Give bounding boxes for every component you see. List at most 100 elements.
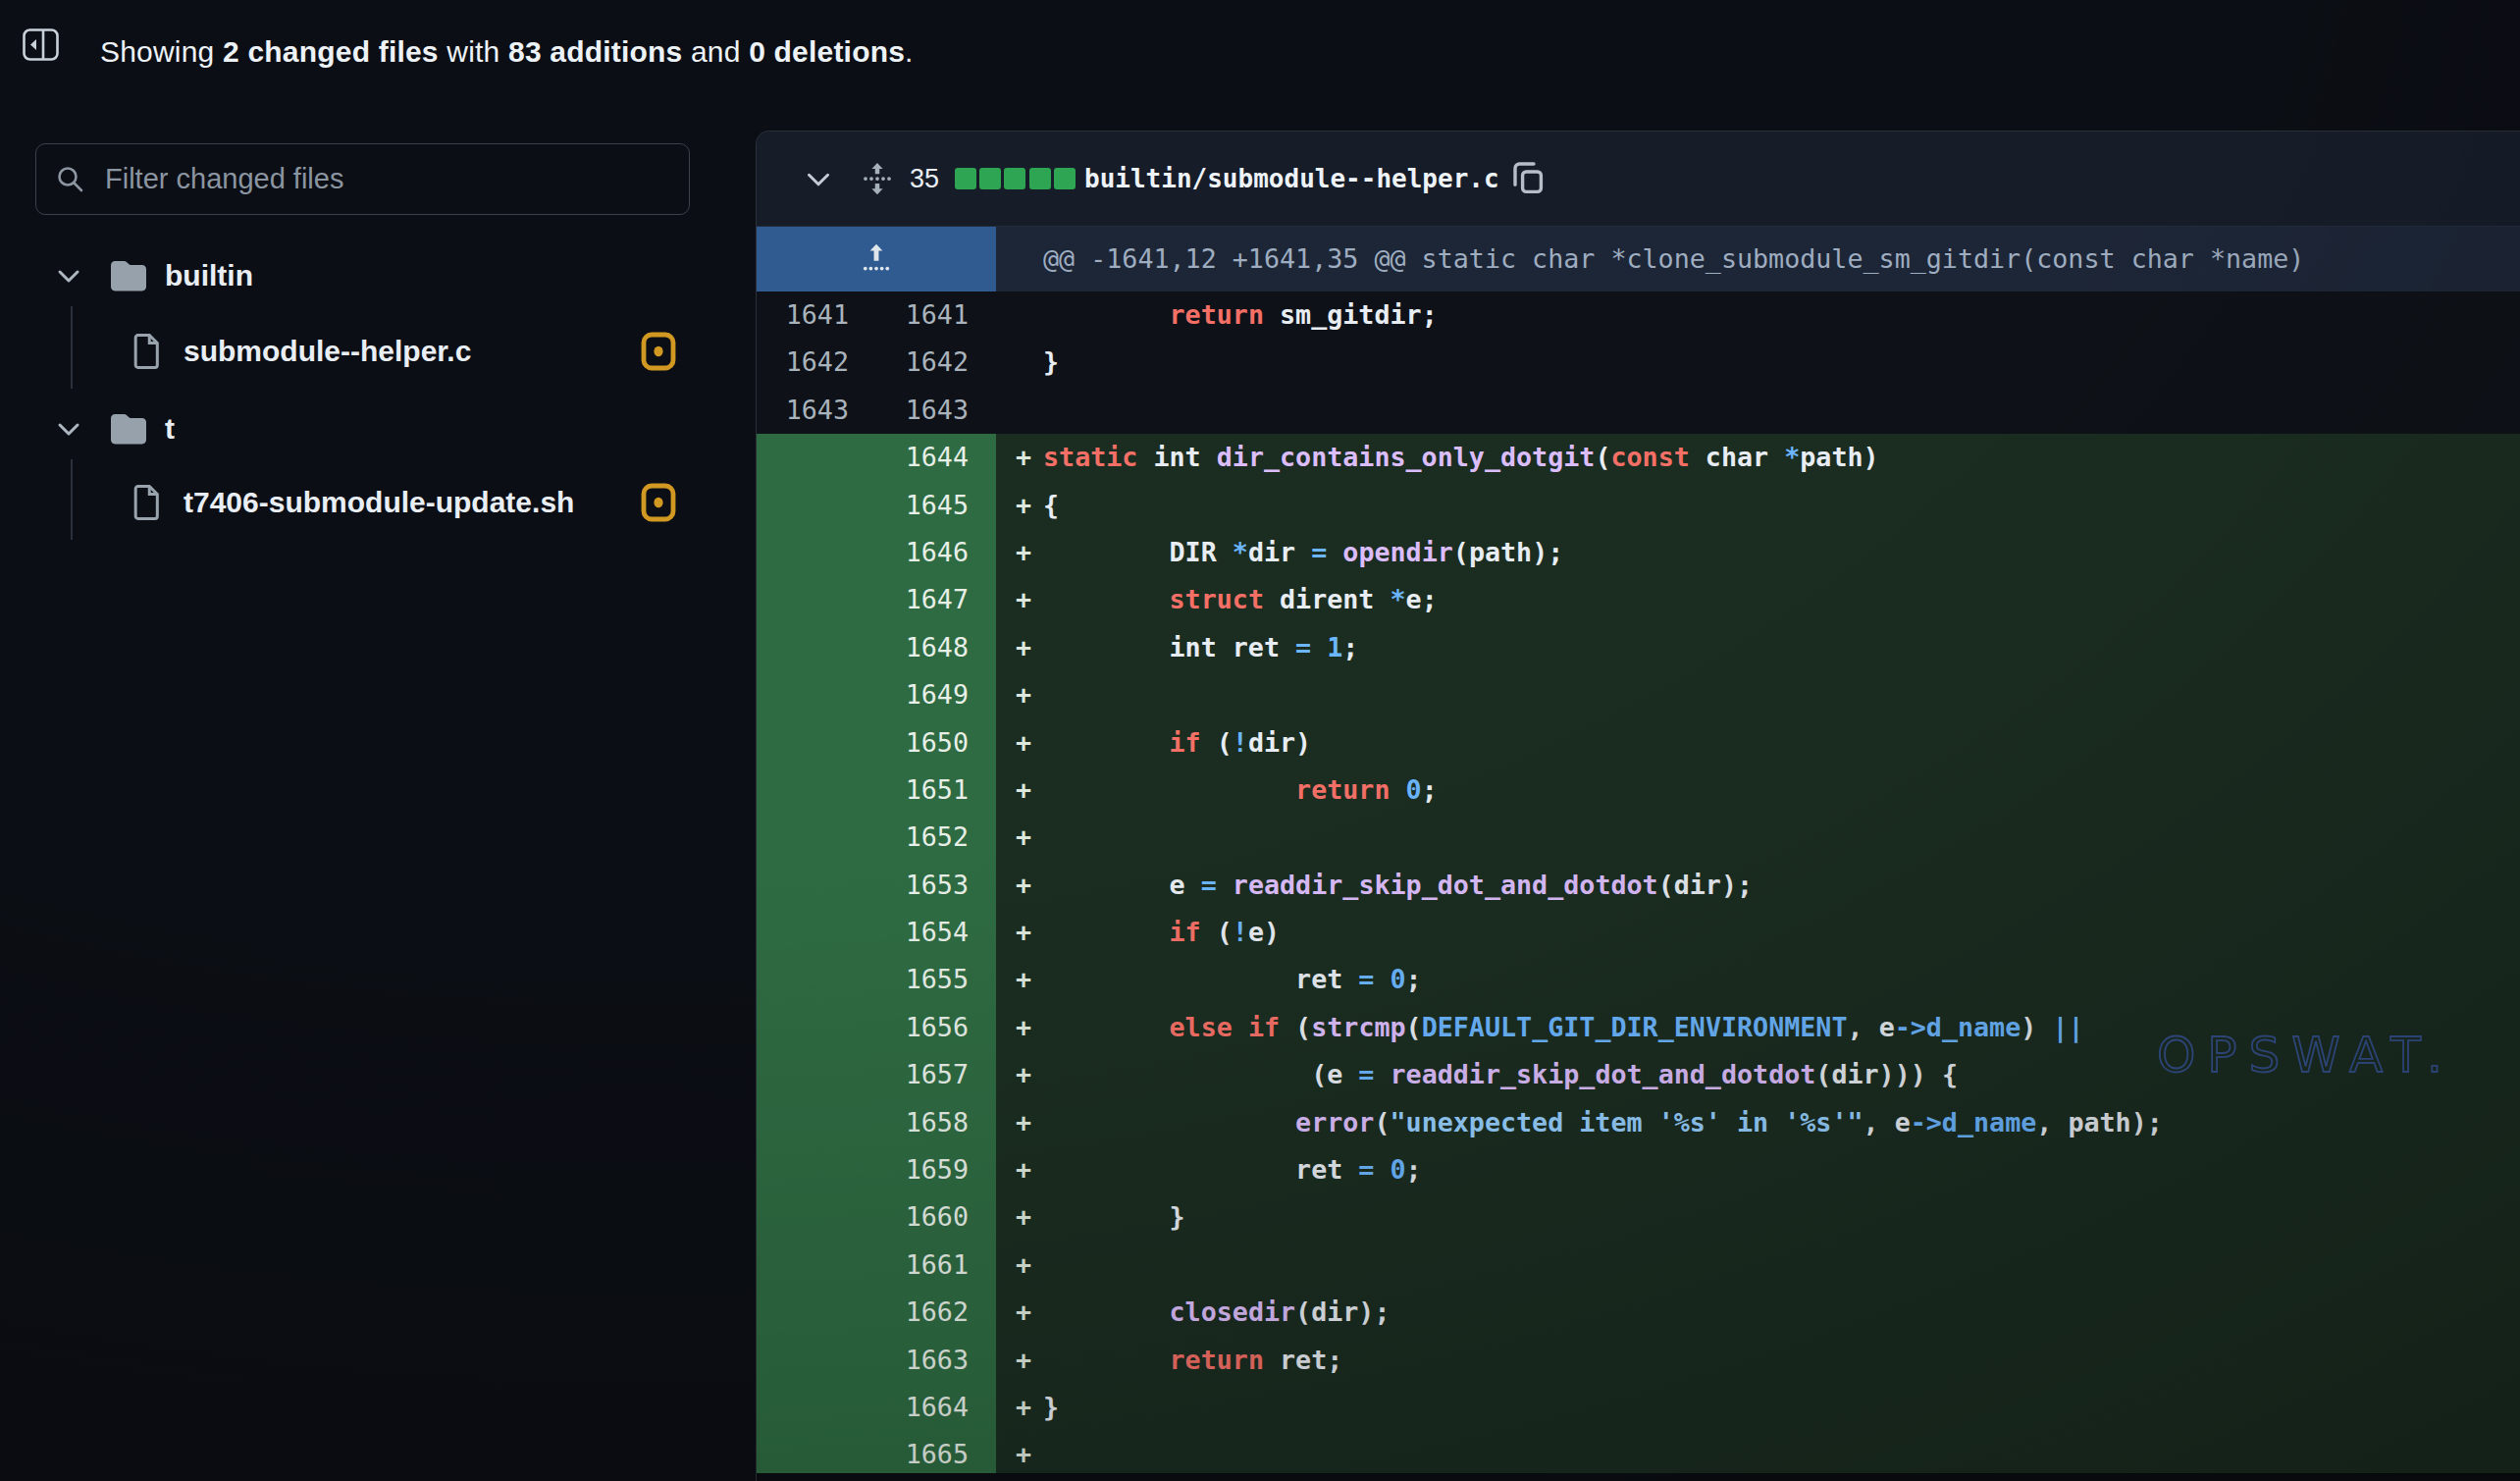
- code-line: [996, 387, 2520, 434]
- sidebar-item-builtin[interactable]: builtin: [57, 252, 253, 299]
- code-line: }: [996, 339, 2520, 386]
- diff-row: 1646+ DIR *dir = opendir(path);: [757, 529, 2520, 576]
- addition-marker: +: [1016, 1384, 1031, 1431]
- line-number-new[interactable]: 1643: [876, 387, 996, 434]
- line-number-old[interactable]: [757, 1051, 876, 1098]
- sidebar-toggle-button[interactable]: [23, 28, 59, 61]
- line-number-old[interactable]: [757, 956, 876, 1003]
- line-number-new[interactable]: 1657: [876, 1051, 996, 1098]
- line-number-new[interactable]: 1641: [876, 291, 996, 339]
- line-number-old[interactable]: 1641: [757, 291, 876, 339]
- unfold-icon[interactable]: [863, 162, 892, 195]
- code-line: + return ret;: [996, 1337, 2520, 1384]
- addition-marker: +: [1016, 1337, 1031, 1384]
- diff-row: 1664+}: [757, 1384, 2520, 1431]
- line-number-new[interactable]: 1652: [876, 814, 996, 861]
- addition-marker: +: [1016, 956, 1031, 1003]
- line-number-new[interactable]: 1662: [876, 1289, 996, 1336]
- line-number-old[interactable]: [757, 482, 876, 529]
- line-number-new[interactable]: 1655: [876, 956, 996, 1003]
- line-number-new[interactable]: 1645: [876, 482, 996, 529]
- line-number-old[interactable]: [757, 1384, 876, 1431]
- line-number-new[interactable]: 1653: [876, 862, 996, 909]
- line-number-new[interactable]: 1661: [876, 1242, 996, 1289]
- line-number-old[interactable]: [757, 1099, 876, 1146]
- code-line: +: [996, 1242, 2520, 1289]
- line-number-old[interactable]: [757, 814, 876, 861]
- code-line: +: [996, 1431, 2520, 1478]
- line-number-old[interactable]: [757, 671, 876, 718]
- diff-panel: 35 builtin/submodule--helper.c @@ -1641,…: [756, 131, 2520, 1481]
- line-number-new[interactable]: 1664: [876, 1384, 996, 1431]
- changed-files-summary: Showing 2 changed files with 83 addition…: [100, 35, 914, 69]
- panel-bottom-strip: [757, 1473, 2520, 1481]
- line-number-old[interactable]: [757, 1146, 876, 1193]
- line-number-new[interactable]: 1663: [876, 1337, 996, 1384]
- folder-label: builtin: [165, 259, 253, 292]
- line-number-new[interactable]: 1665: [876, 1431, 996, 1478]
- diff-row: 16411641 return sm_gitdir;: [757, 291, 2520, 339]
- line-number-new[interactable]: 1654: [876, 909, 996, 956]
- line-number-new[interactable]: 1648: [876, 624, 996, 671]
- sidebar-item-t[interactable]: t: [57, 405, 175, 452]
- addition-marker: +: [1016, 576, 1031, 623]
- line-number-old[interactable]: [757, 529, 876, 576]
- file-icon: [132, 333, 162, 370]
- line-number-old[interactable]: [757, 719, 876, 767]
- sidebar-item-t7406[interactable]: t7406-submodule-update.sh: [132, 479, 574, 526]
- line-number-new[interactable]: 1644: [876, 434, 996, 481]
- copy-file-path-button[interactable]: [1511, 159, 1545, 198]
- line-number-new[interactable]: 1646: [876, 529, 996, 576]
- line-number-old[interactable]: [757, 909, 876, 956]
- addition-marker: +: [1016, 1289, 1031, 1336]
- fold-up-icon: [862, 243, 891, 275]
- addition-marker: +: [1016, 1193, 1031, 1241]
- line-number-old[interactable]: [757, 1004, 876, 1051]
- file-icon: [132, 484, 162, 521]
- line-number-old[interactable]: [757, 624, 876, 671]
- line-number-old[interactable]: 1642: [757, 339, 876, 386]
- line-number-old[interactable]: [757, 576, 876, 623]
- line-number-old[interactable]: [757, 767, 876, 814]
- code-line: + struct dirent *e;: [996, 576, 2520, 623]
- diff-row: 1654+ if (!e): [757, 909, 2520, 956]
- line-number-new[interactable]: 1651: [876, 767, 996, 814]
- line-number-new[interactable]: 1650: [876, 719, 996, 767]
- chevron-down-icon: [57, 268, 80, 284]
- code-line: + ret = 0;: [996, 956, 2520, 1003]
- line-number-old[interactable]: [757, 862, 876, 909]
- diff-row: 1648+ int ret = 1;: [757, 624, 2520, 671]
- line-number-old[interactable]: [757, 1242, 876, 1289]
- collapse-file-chevron-icon[interactable]: [806, 171, 831, 187]
- line-number-old[interactable]: [757, 1289, 876, 1336]
- diff-row: 16421642}: [757, 339, 2520, 386]
- line-number-new[interactable]: 1658: [876, 1099, 996, 1146]
- line-number-old[interactable]: 1643: [757, 387, 876, 434]
- line-number-new[interactable]: 1659: [876, 1146, 996, 1193]
- addition-marker: +: [1016, 1004, 1031, 1051]
- addition-marker: +: [1016, 624, 1031, 671]
- line-number-old[interactable]: [757, 1337, 876, 1384]
- sidebar-item-submodule-helper[interactable]: submodule--helper.c: [132, 328, 471, 375]
- folder-icon: [108, 258, 149, 293]
- code-line: + }: [996, 1193, 2520, 1241]
- line-number-old[interactable]: [757, 1193, 876, 1241]
- file-modified-icon: [641, 332, 676, 371]
- line-number-old[interactable]: [757, 1431, 876, 1478]
- folder-icon: [108, 411, 149, 447]
- diff-row: 1649+: [757, 671, 2520, 718]
- tree-indent-guide: [71, 306, 73, 389]
- expand-hunk-button[interactable]: [757, 227, 996, 291]
- copy-icon: [1511, 160, 1545, 195]
- line-number-new[interactable]: 1656: [876, 1004, 996, 1051]
- line-number-new[interactable]: 1649: [876, 671, 996, 718]
- line-number-old[interactable]: [757, 434, 876, 481]
- line-number-new[interactable]: 1660: [876, 1193, 996, 1241]
- diff-row: 1655+ ret = 0;: [757, 956, 2520, 1003]
- line-number-new[interactable]: 1647: [876, 576, 996, 623]
- addition-marker: +: [1016, 434, 1031, 481]
- filter-changed-files-input[interactable]: [105, 146, 645, 211]
- diff-row: 1662+ closedir(dir);: [757, 1289, 2520, 1336]
- line-number-new[interactable]: 1642: [876, 339, 996, 386]
- diff-row: 1645+{: [757, 482, 2520, 529]
